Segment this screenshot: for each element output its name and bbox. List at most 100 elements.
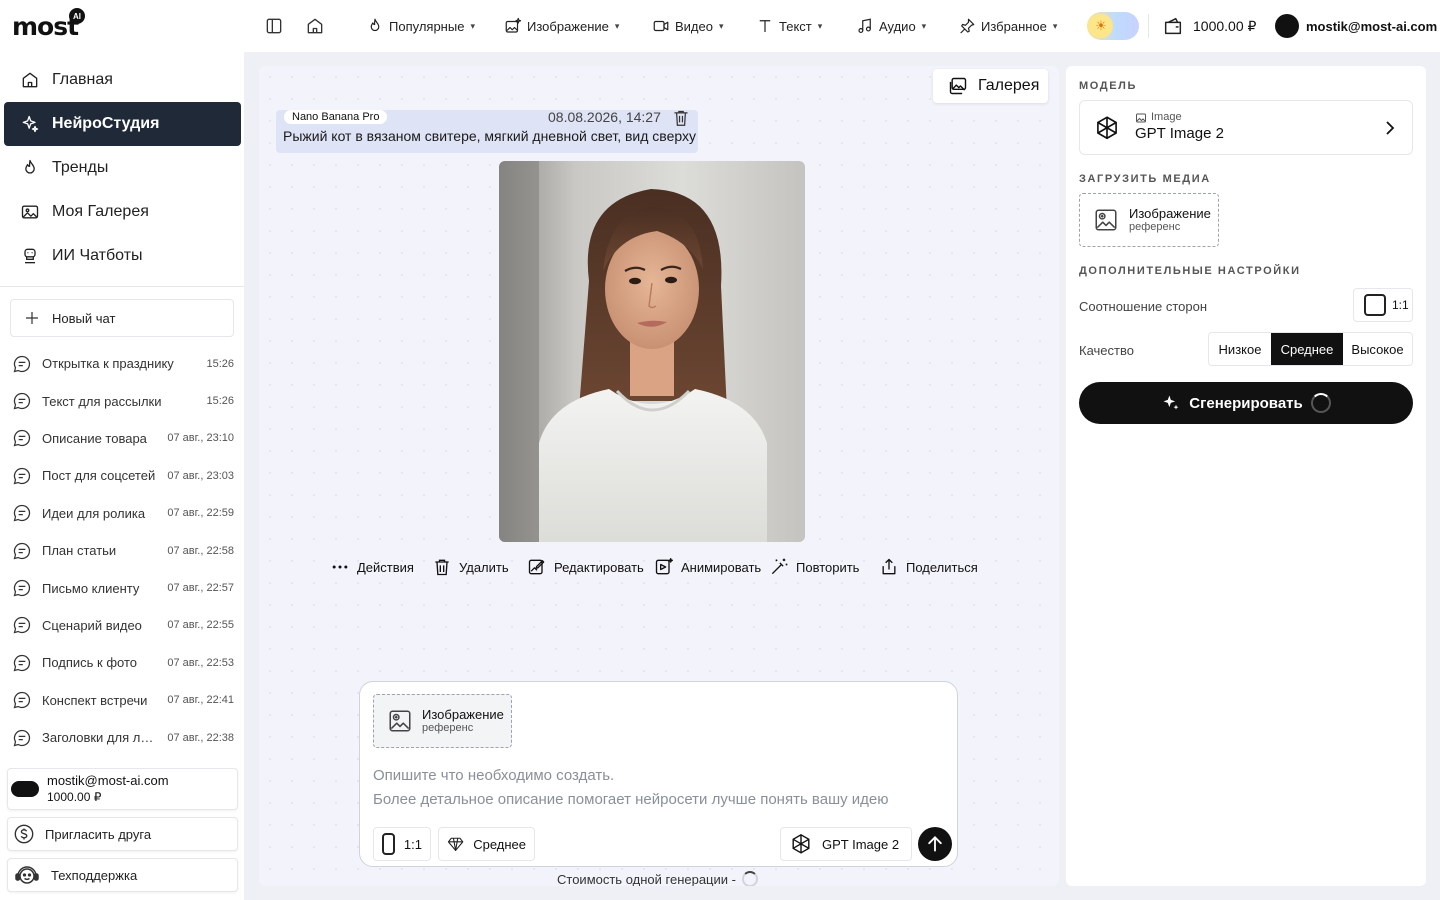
quality-chip[interactable]: Среднее	[438, 827, 535, 861]
chat-history-item[interactable]: Описание товара 07 авг., 23:10	[12, 420, 234, 457]
chat-history-item[interactable]: Подпись к фото 07 авг., 22:53	[12, 644, 234, 681]
reference-title: Изображение	[422, 707, 504, 722]
sparkles-icon	[22, 115, 39, 133]
quality-option-medium[interactable]: Среднее	[1271, 333, 1343, 365]
nav-item-label: Тренды	[52, 159, 109, 176]
delete-button[interactable]: Удалить	[432, 557, 509, 577]
repeat-button[interactable]: Повторить	[769, 557, 859, 577]
send-button[interactable]	[918, 827, 952, 861]
action-label: Редактировать	[554, 559, 644, 575]
invite-friend-button[interactable]: Пригласить друга	[7, 817, 238, 851]
extra-settings-title: ДОПОЛНИТЕЛЬНЫЕ НАСТРОЙКИ	[1079, 265, 1301, 277]
sparkles-icon	[1163, 395, 1179, 410]
gallery-button[interactable]: Галерея	[933, 69, 1048, 103]
model-info: Image GPT Image 2	[1135, 111, 1224, 144]
chat-bubble-icon	[13, 467, 31, 485]
chat-history-item[interactable]: Письмо клиенту 07 авг., 22:57	[12, 569, 234, 606]
chat-history-item[interactable]: Конспект встречи 07 авг., 22:41	[12, 682, 234, 719]
nav-item-gallery[interactable]: Моя Галерея	[4, 190, 241, 234]
theme-toggle[interactable]: ☀	[1087, 12, 1139, 40]
avatar	[11, 781, 39, 797]
menu-popular[interactable]: Популярные ▾	[366, 14, 475, 38]
menu-video[interactable]: Видео ▾	[652, 14, 724, 38]
aspect-ratio-select[interactable]: 1:1	[1353, 288, 1413, 322]
chat-time: 07 авг., 22:38	[167, 731, 234, 744]
generate-button[interactable]: Сгенерировать	[1079, 382, 1413, 424]
quality-segmented-control: Низкое Среднее Высокое	[1208, 332, 1413, 366]
sun-icon: ☀	[1089, 14, 1113, 38]
generated-image[interactable]	[499, 161, 805, 542]
menu-favorites[interactable]: Избранное ▾	[958, 14, 1057, 38]
action-label: Повторить	[796, 559, 860, 575]
loading-spinner	[1310, 393, 1331, 413]
action-label: Анимировать	[681, 559, 762, 575]
reference-image-upload[interactable]: Изображение референс	[373, 694, 512, 748]
logo[interactable]: most AI	[12, 8, 85, 42]
chat-time: 15:26	[206, 395, 234, 408]
chat-history-item[interactable]: Сценарий видео 07 авг., 22:55	[12, 607, 234, 644]
model-kind-label: Image	[1151, 111, 1182, 123]
account-card[interactable]: mostik@most-ai.com 1000.00 ₽	[7, 768, 238, 810]
home-icon[interactable]	[305, 16, 325, 36]
nav-item-chatbots[interactable]: ИИ Чатботы	[4, 234, 241, 278]
chat-history-item[interactable]: Открытка к празднику 15:26	[12, 345, 234, 382]
chevron-right-icon	[1386, 121, 1395, 135]
menu-text[interactable]: Текст ▾	[756, 14, 822, 38]
aspect-ratio-value: 1:1	[1392, 298, 1409, 312]
chat-bubble-icon	[13, 355, 31, 373]
balance-display[interactable]: 1000.00 ₽	[1162, 14, 1256, 38]
home-icon	[22, 72, 38, 88]
user-menu[interactable]: mostik@most-ai.com	[1275, 14, 1437, 38]
animate-button[interactable]: Анимировать	[654, 557, 761, 577]
menu-label: Видео	[675, 18, 713, 34]
nav-item-neurostudio[interactable]: НейроСтудия	[4, 102, 241, 146]
sidebar-toggle-icon[interactable]	[264, 16, 284, 36]
model-selector[interactable]: Image GPT Image 2	[1079, 100, 1413, 155]
nav-item-home[interactable]: Главная	[4, 58, 241, 102]
edit-button[interactable]: Редактировать	[527, 557, 644, 577]
menu-image[interactable]: Изображение ▾	[504, 14, 619, 38]
pin-icon	[960, 18, 975, 34]
aspect-ratio-value: 1:1	[403, 836, 422, 852]
quality-label: Качество	[1079, 343, 1134, 358]
model-section-title: МОДЕЛЬ	[1079, 80, 1137, 92]
chat-bubble-icon	[13, 505, 31, 522]
prompt-input[interactable]: Опишите что необходимо создать. Более де…	[373, 764, 889, 812]
menu-audio[interactable]: Аудио ▾	[856, 14, 926, 38]
media-upload[interactable]: Изображение референс	[1079, 193, 1219, 247]
chat-history-item[interactable]: Идеи для ролика 07 авг., 22:59	[12, 495, 234, 532]
image-icon	[1136, 113, 1146, 122]
chat-title: Заголовки для лен…	[42, 730, 158, 746]
chat-title: Письмо клиенту	[42, 580, 140, 596]
actions-menu-button[interactable]: Действия	[330, 557, 414, 577]
image-sparkle-icon	[505, 17, 522, 33]
gallery-icon	[21, 205, 39, 219]
action-label: Поделиться	[906, 559, 978, 575]
nav-item-trends[interactable]: Тренды	[4, 146, 241, 190]
chat-bubble-icon	[13, 542, 31, 560]
chat-history-item[interactable]: Текст для рассылки 15:26	[12, 382, 234, 419]
upload-section-title: ЗАГРУЗИТЬ МЕДИА	[1079, 173, 1211, 185]
share-button[interactable]: Поделиться	[879, 557, 978, 577]
chat-time: 07 авг., 22:53	[167, 656, 234, 669]
chat-history-item[interactable]: Пост для соцсетей 07 авг., 23:03	[12, 457, 234, 494]
support-button[interactable]: Техподдержка	[7, 858, 238, 892]
quality-option-high[interactable]: Высокое	[1343, 333, 1412, 365]
account-info: mostik@most-ai.com 1000.00 ₽	[47, 773, 169, 805]
model-chip[interactable]: GPT Image 2	[780, 827, 912, 861]
chat-history-item[interactable]: Заголовки для лен… 07 авг., 22:38	[12, 719, 234, 756]
chat-history-item[interactable]: План статьи 07 авг., 22:58	[12, 532, 234, 569]
chat-title: Подпись к фото	[42, 655, 138, 671]
upload-title: Изображение	[1129, 206, 1211, 221]
new-chat-button[interactable]: Новый чат	[10, 299, 234, 337]
share-icon	[882, 558, 896, 575]
aspect-ratio-chip[interactable]: 1:1	[373, 827, 431, 861]
nav-item-label: Главная	[52, 71, 113, 88]
generate-button-label: Сгенерировать	[1189, 394, 1303, 412]
aspect-ratio-label: Соотношение сторон	[1079, 299, 1208, 314]
chat-time: 07 авг., 22:41	[167, 694, 234, 707]
logo-ai-badge: AI	[69, 8, 85, 24]
trash-icon[interactable]	[672, 110, 690, 126]
avatar	[1275, 14, 1299, 38]
quality-option-low[interactable]: Низкое	[1209, 333, 1271, 365]
